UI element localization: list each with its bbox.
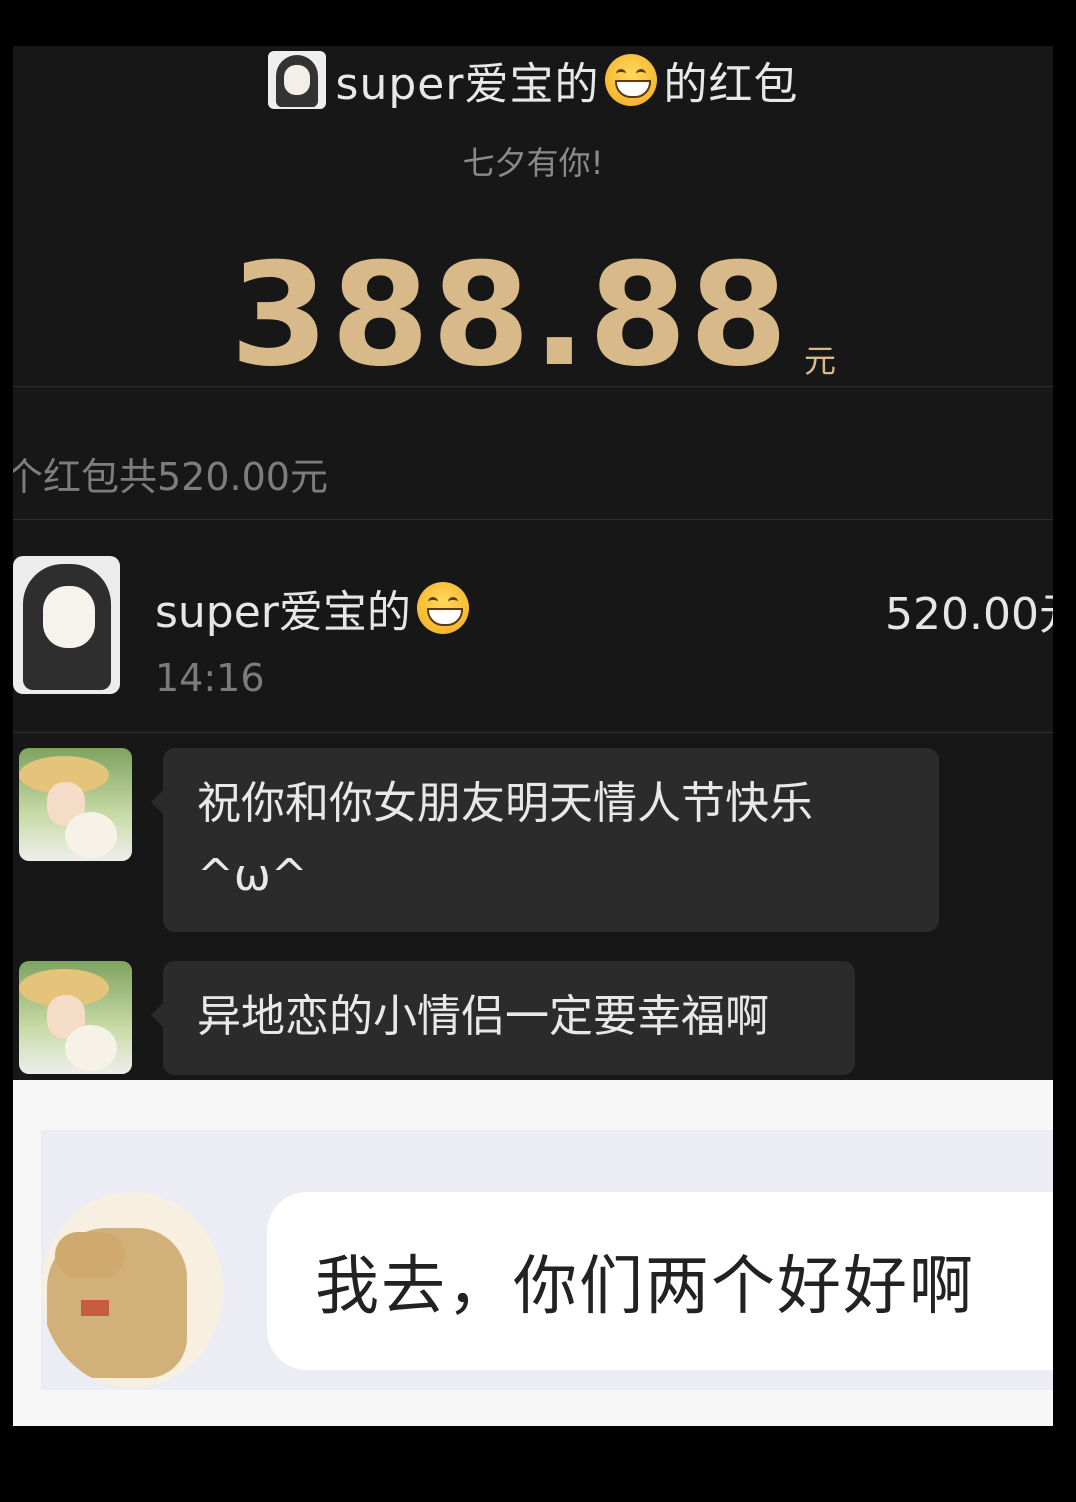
greeting-message: 七夕有你! bbox=[462, 144, 604, 182]
message-bubble[interactable]: 异地恋的小情侣一定要幸福啊 bbox=[151, 961, 855, 1075]
packet-summary: 个红包共520.00元 bbox=[13, 455, 328, 499]
grinning-face-icon bbox=[605, 54, 658, 106]
divider bbox=[13, 519, 1053, 520]
sender-avatar-small[interactable] bbox=[267, 51, 326, 109]
title-suffix: 的红包 bbox=[663, 59, 799, 110]
record-name-text: super爱宝的 bbox=[155, 587, 411, 638]
divider bbox=[13, 732, 1053, 733]
record-name: super爱宝的 bbox=[155, 576, 475, 640]
amount-row: 388.88 元 bbox=[13, 233, 1053, 398]
red-packet-title: super爱宝的 的红包 bbox=[336, 48, 799, 112]
sender-name: super爱宝的 bbox=[335, 59, 600, 110]
friend-avatar[interactable] bbox=[19, 961, 132, 1074]
grinning-face-icon bbox=[416, 582, 469, 634]
receiver-record[interactable]: super爱宝的 14:16 520.00元 bbox=[13, 556, 1053, 706]
red-packet-header: super爱宝的 的红包 bbox=[13, 50, 1053, 110]
amount-unit: 元 bbox=[803, 342, 836, 380]
reply-text: 我去，你们两个好好啊 bbox=[315, 1250, 975, 1324]
reply-screenshot-panel: 我去，你们两个好好啊 bbox=[13, 1080, 1053, 1426]
red-packet-detail-panel: super爱宝的 的红包 七夕有你! 388.88 元 个红包共520.00元 … bbox=[13, 46, 1053, 1080]
received-amount: 388.88 bbox=[230, 233, 790, 398]
message-text: 异地恋的小情侣一定要幸福啊 bbox=[197, 991, 769, 1042]
reply-bubble[interactable]: 我去，你们两个好好啊 bbox=[267, 1192, 1053, 1370]
message-bubble[interactable]: 祝你和你女朋友明天情人节快乐 ^ω^ bbox=[151, 748, 939, 932]
message-text: 祝你和你女朋友明天情人节快乐 bbox=[197, 778, 813, 829]
bear-avatar[interactable] bbox=[41, 1192, 223, 1388]
message-text: ^ω^ bbox=[197, 850, 308, 901]
chat-background: 我去，你们两个好好啊 bbox=[41, 1130, 1053, 1390]
divider bbox=[13, 386, 1053, 387]
record-amount: 520.00元 bbox=[885, 589, 1053, 640]
friend-avatar[interactable] bbox=[19, 748, 132, 861]
receiver-avatar[interactable] bbox=[13, 556, 120, 694]
record-time: 14:16 bbox=[155, 656, 265, 700]
